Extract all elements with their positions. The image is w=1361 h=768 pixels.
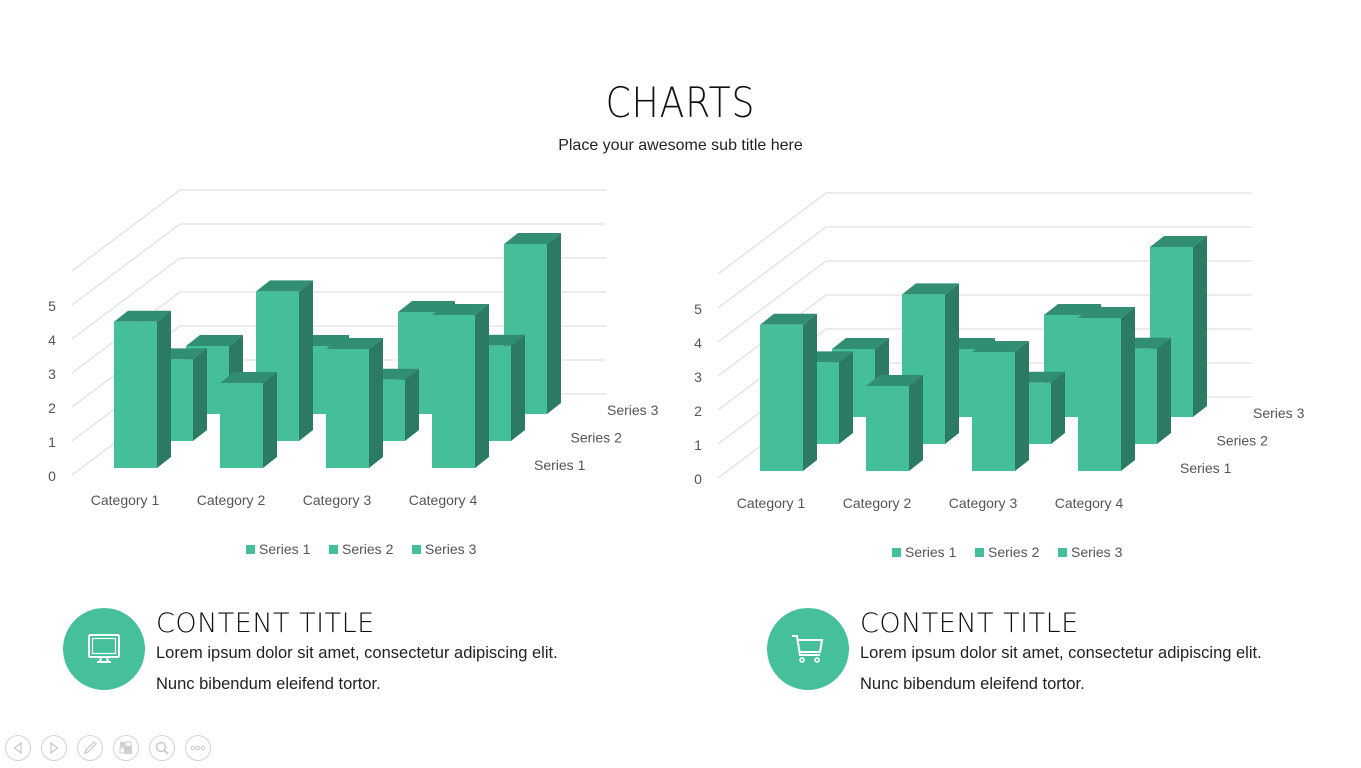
previous-icon [13,741,22,755]
bar-side [803,313,817,471]
shopping-cart-icon-circle [767,608,849,690]
content-text-line-2: Nunc bibendum eleifend tortor. [156,675,381,693]
gridline-side [717,192,827,275]
slides-icon [119,741,132,754]
bar-side [945,283,959,444]
content-text-line-1: Lorem ipsum dolor sit amet, consectetur … [860,644,1262,662]
y-tick-label: 5 [694,301,702,317]
gridline-side [717,226,827,309]
y-tick-label: 2 [694,403,702,419]
content-title: CONTENT TITLE [860,608,1079,639]
slides-button[interactable] [113,735,139,761]
zoom-icon [155,741,169,755]
legend-label: Series 2 [988,544,1040,560]
pen-button[interactable] [77,735,103,761]
x-tick-label: Category 2 [843,495,912,511]
depth-axis-label: Series 1 [1180,460,1232,476]
more-button[interactable] [185,735,211,761]
x-tick-label: Category 1 [737,495,806,511]
bar-side [1015,341,1029,471]
monitor-icon [88,634,120,663]
bar-front [1078,318,1121,471]
next-button[interactable] [41,735,67,761]
content-block-right: CONTENT TITLE Lorem ipsum dolor sit amet… [767,608,1357,693]
legend-label: Series 1 [905,544,957,560]
depth-axis-label: Series 2 [1217,433,1269,449]
bar-side [1193,236,1207,417]
bar-side [1157,337,1171,444]
legend-swatch [1058,548,1067,557]
content-text-line-1: Lorem ipsum dolor sit amet, consectetur … [156,644,558,662]
legend-swatch [892,548,901,557]
slideshow-navigation [5,735,211,761]
shopping-cart-icon [792,635,824,663]
bar-side [1051,371,1065,444]
bar [972,341,1029,471]
content-block-left: CONTENT TITLE Lorem ipsum dolor sit amet… [63,608,663,693]
bar-side [1121,307,1135,471]
chart-plot: 0 1 2 3 4 5 Category 1 Category 2 Category 3 Cate… [694,192,1305,560]
x-tick-label: Category 4 [1055,495,1124,511]
more-icon [190,745,206,751]
monitor-icon-circle [63,608,145,690]
bar-front [972,352,1015,471]
zoom-button[interactable] [149,735,175,761]
bar [1078,307,1135,471]
bar-side [839,351,853,444]
y-tick-label: 1 [694,437,702,453]
depth-axis-label: Series 3 [1253,405,1305,421]
bar [866,375,923,471]
bar [760,313,817,471]
y-tick-label: 4 [694,335,702,351]
content-text-line-2: Nunc bibendum eleifend tortor. [860,675,1085,693]
content-title: CONTENT TITLE [156,608,375,639]
bar-front [760,324,803,471]
bar-side [909,375,923,471]
chart-right: 0 1 2 3 4 5 Category 1 Category 2 Category 3 Cate… [694,192,1305,560]
legend-swatch [975,548,984,557]
y-tick-label: 0 [694,471,702,487]
y-tick-label: 3 [694,369,702,385]
previous-button[interactable] [5,735,31,761]
x-tick-label: Category 3 [949,495,1018,511]
legend-label: Series 3 [1071,544,1123,560]
bar-front [866,386,909,471]
next-icon [50,741,59,755]
pen-icon [83,741,97,755]
